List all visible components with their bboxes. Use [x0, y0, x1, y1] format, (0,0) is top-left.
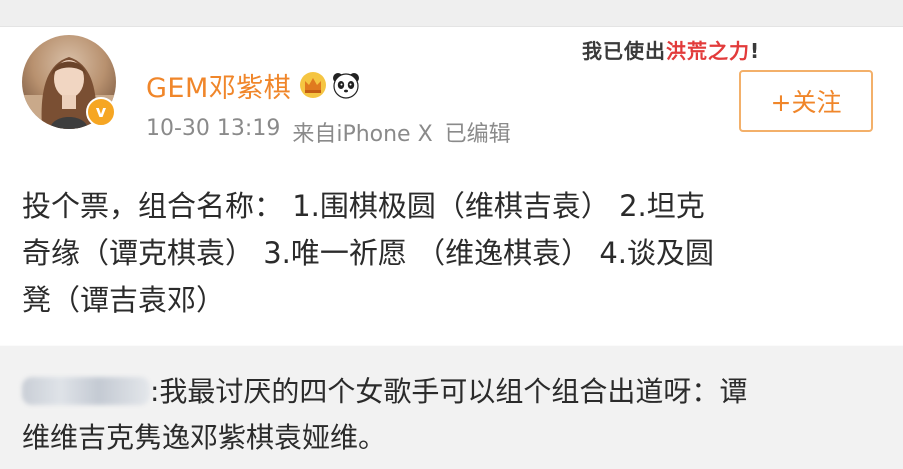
top-divider [0, 0, 903, 27]
username-link[interactable]: GEM邓紫棋 [146, 66, 291, 105]
username-row: GEM邓紫棋 [146, 65, 361, 105]
post-timestamp[interactable]: 10-30 13:19 [146, 116, 280, 148]
crown-icon [300, 72, 327, 98]
comment-line-1-text: :我最讨厌的四个女歌手可以组个组合出道呀：谭 [150, 375, 748, 408]
blurred-username[interactable] [22, 377, 150, 405]
comment-line: :我最讨厌的四个女歌手可以组个组合出道呀：谭 [22, 369, 892, 415]
sticker-prefix: 我已使出 [582, 39, 666, 63]
comment-body: :我最讨厌的四个女歌手可以组个组合出道呀：谭 维维吉克隽逸邓紫棋袁娅维。 [22, 369, 892, 461]
post-line: 奇缘（谭克棋袁） 3.唯一祈愿 （维逸棋袁） 4.谈及圆 [22, 236, 714, 270]
post-meta: 10-30 13:19 来自iPhone X 已编辑 [146, 116, 511, 148]
post-line: 投个票，组合名称： 1.围棋极圆（维棋吉袁） 2.坦克 [22, 189, 705, 223]
post-body: 投个票，组合名称： 1.围棋极圆（维棋吉袁） 2.坦克 奇缘（谭克棋袁） 3.唯… [22, 183, 882, 324]
sticker-overlay: 我已使出洪荒之力! [582, 35, 760, 64]
post-source: 来自iPhone X [292, 122, 433, 147]
verified-badge-icon: v [86, 97, 116, 127]
edited-label[interactable]: 已编辑 [445, 116, 511, 148]
avatar[interactable]: v [22, 35, 116, 129]
follow-button[interactable]: +关注 [739, 70, 873, 132]
post-line: 凳（谭吉袁邓） [22, 283, 226, 317]
panda-icon [333, 73, 360, 99]
sticker-highlight: 洪荒之力 [666, 39, 750, 63]
weibo-screenshot: v GEM邓紫棋 10-30 13:19 来自iPhone X 已编辑 我已使出… [0, 0, 903, 469]
comment-line: 维维吉克隽逸邓紫棋袁娅维。 [22, 421, 387, 454]
sticker-suffix: ! [750, 39, 761, 63]
